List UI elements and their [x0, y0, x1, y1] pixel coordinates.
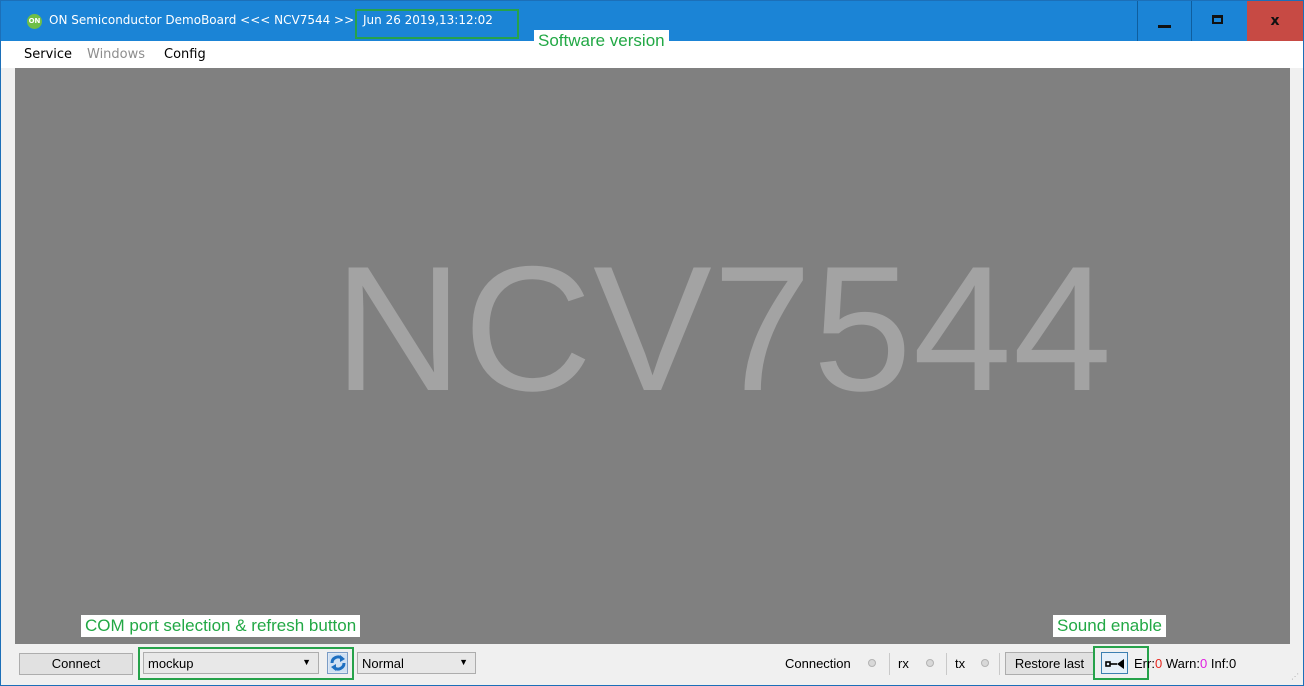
- separator: [889, 653, 890, 675]
- rx-led-icon: [926, 659, 934, 667]
- minimize-button[interactable]: [1137, 1, 1191, 41]
- message-counters: Err:0 Warn:0 Inf:0: [1134, 656, 1236, 671]
- window-title: ON Semiconductor DemoBoard <<< NCV7544 >…: [49, 13, 355, 27]
- sound-enable-button[interactable]: [1101, 652, 1128, 674]
- connection-led-icon: [868, 659, 876, 667]
- software-version-highlight: [355, 9, 519, 39]
- menu-windows[interactable]: Windows: [87, 47, 145, 62]
- inf-count: 0: [1228, 656, 1237, 671]
- resize-grip-icon[interactable]: ⋰: [1291, 672, 1299, 681]
- on-semiconductor-logo-icon: ON: [27, 14, 42, 29]
- separator: [999, 653, 1000, 675]
- menu-service[interactable]: Service: [24, 47, 72, 62]
- refresh-icon: [329, 654, 347, 672]
- maximize-icon: [1212, 15, 1223, 24]
- sound-enable-caption: Sound enable: [1053, 615, 1166, 637]
- restore-last-button[interactable]: Restore last: [1005, 652, 1094, 675]
- close-icon: x: [1270, 13, 1280, 29]
- mode-value: Normal: [362, 656, 404, 671]
- workspace-edge: [1290, 68, 1303, 644]
- com-port-value: mockup: [148, 656, 194, 671]
- err-label: Err:: [1134, 656, 1155, 671]
- warn-label: Warn:: [1165, 656, 1201, 671]
- com-port-caption: COM port selection & refresh button: [81, 615, 361, 637]
- tx-label: tx: [955, 656, 966, 671]
- menu-config[interactable]: Config: [164, 47, 206, 62]
- close-button[interactable]: x: [1247, 1, 1303, 41]
- com-port-select[interactable]: mockup ▼: [143, 652, 319, 674]
- maximize-button[interactable]: [1191, 1, 1245, 41]
- warn-count: 0: [1200, 656, 1208, 671]
- separator: [946, 653, 947, 675]
- inf-label: Inf:: [1210, 656, 1229, 671]
- err-count: 0: [1154, 656, 1163, 671]
- device-watermark: NCV7544: [334, 229, 1113, 428]
- speaker-icon: [1105, 659, 1124, 669]
- status-bar: Connect mockup ▼ Normal ▼ Connection rx …: [1, 644, 1303, 685]
- chevron-down-icon: ▼: [459, 657, 468, 667]
- minimize-icon: [1158, 25, 1171, 28]
- refresh-ports-button[interactable]: [327, 652, 348, 674]
- tx-led-icon: [981, 659, 989, 667]
- chevron-down-icon: ▼: [302, 657, 311, 667]
- rx-label: rx: [898, 656, 909, 671]
- software-version-caption: Software version: [534, 30, 669, 52]
- connection-label: Connection: [785, 656, 851, 671]
- app-window: ON ON Semiconductor DemoBoard <<< NCV754…: [0, 0, 1304, 686]
- mode-select[interactable]: Normal ▼: [357, 652, 476, 674]
- connect-button[interactable]: Connect: [19, 653, 133, 675]
